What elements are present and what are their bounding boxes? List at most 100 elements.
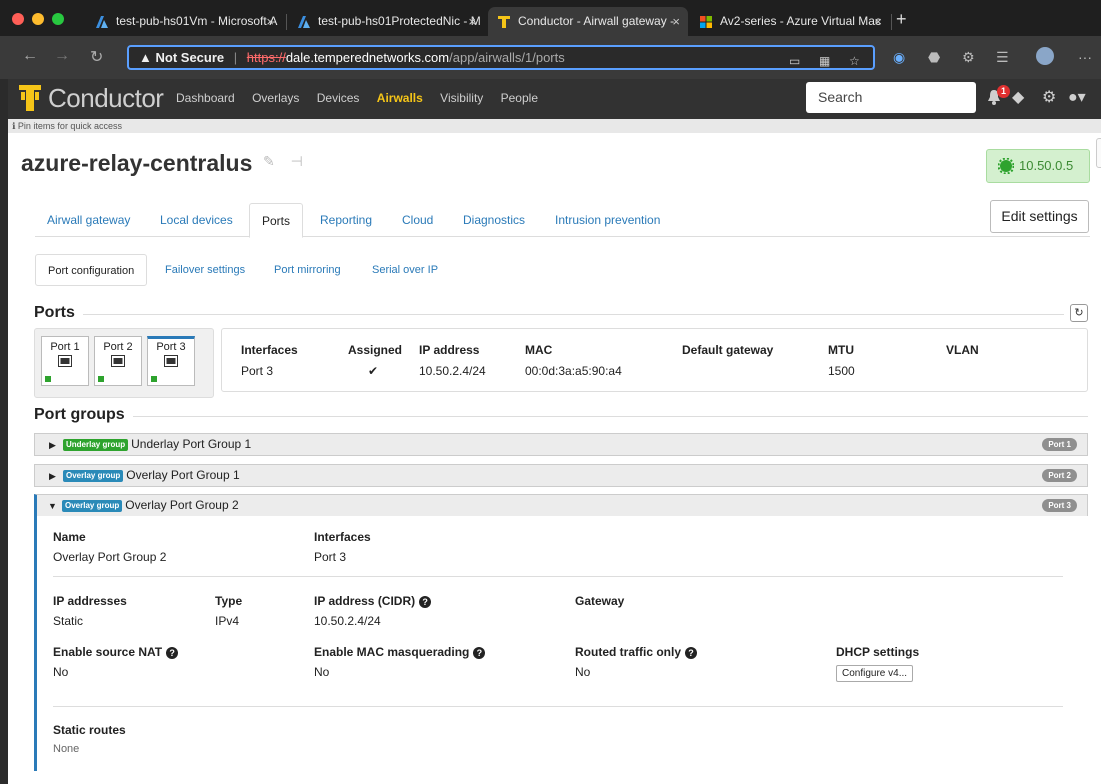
- link-status-led: [98, 376, 104, 382]
- close-icon[interactable]: ×: [874, 7, 882, 36]
- port-2-button[interactable]: Port 2: [94, 336, 142, 386]
- help-question-icon[interactable]: ?: [473, 647, 486, 659]
- field-value: IPv4: [215, 614, 240, 628]
- more-menu-icon[interactable]: ···: [1078, 49, 1092, 65]
- favorites-list-icon[interactable]: ☰: [996, 49, 1009, 66]
- divider: [53, 576, 1063, 577]
- browser-tab-2[interactable]: test-pub-hs01ProtectedNic - M ×: [288, 7, 484, 36]
- subtab-serial-over-ip[interactable]: Serial over IP: [360, 254, 450, 286]
- field-label-wrap: Routed traffic only?: [575, 645, 698, 659]
- tags-icon[interactable]: ◆: [1012, 87, 1024, 107]
- gear-badge-icon: [998, 158, 1014, 174]
- address-bar[interactable]: ▲ Not Secure | https://dale.temperednetw…: [127, 45, 875, 70]
- field-label-wrap: IP address (CIDR)?: [314, 594, 432, 608]
- col-vlan: VLAN: [946, 343, 979, 364]
- favorite-star-icon[interactable]: ☆: [849, 51, 860, 68]
- tab-airwall-gateway[interactable]: Airwall gateway: [35, 203, 142, 237]
- nav-visibility[interactable]: Visibility: [440, 91, 483, 105]
- nav-people[interactable]: People: [501, 91, 538, 105]
- reload-icon[interactable]: ↻: [90, 47, 103, 67]
- browser-tab-4[interactable]: Av2-series - Azure Virtual Mac ×: [690, 7, 890, 36]
- side-panel-handle[interactable]: [1096, 138, 1101, 168]
- field-label: IP addresses: [53, 594, 127, 608]
- tab-ports[interactable]: Ports: [249, 203, 304, 238]
- field-value: Port 3: [314, 550, 347, 564]
- pin-icon[interactable]: ⊣: [291, 153, 303, 169]
- conductor-logo-icon: [19, 85, 41, 111]
- forward-arrow-icon[interactable]: →: [54, 47, 70, 65]
- browser-tab-1[interactable]: test-pub-hs01Vm - Microsoft A ×: [86, 7, 282, 36]
- password-icon[interactable]: ◉: [893, 49, 905, 66]
- field-value: No: [53, 665, 69, 679]
- security-status: Not Secure: [155, 50, 225, 65]
- tab-divider: [891, 14, 892, 30]
- help-question-icon[interactable]: ?: [166, 647, 179, 659]
- cell-value: 10.50.2.4/24: [419, 364, 486, 378]
- field-type: Type IPv4: [215, 594, 242, 628]
- gear-icon[interactable]: ⚙: [1042, 87, 1056, 107]
- window-zoom-button[interactable]: [52, 13, 64, 25]
- caret-right-icon: ▶: [49, 440, 56, 450]
- port-1-button[interactable]: Port 1: [41, 336, 89, 386]
- browser-tab-3[interactable]: Conductor - Airwall gateway - ×: [488, 7, 688, 36]
- nav-overlays[interactable]: Overlays: [252, 91, 299, 105]
- address-divider: |: [233, 50, 238, 65]
- nav-devices[interactable]: Devices: [317, 91, 360, 105]
- user-icon[interactable]: ●▾: [1068, 87, 1086, 107]
- checkmark-icon: ✔: [368, 364, 379, 378]
- window-close-button[interactable]: [12, 13, 24, 25]
- field-source-nat: Enable source NAT? No: [53, 645, 179, 679]
- port-badge: Port 3: [1042, 499, 1077, 512]
- app-header: Conductor Dashboard Overlays Devices Air…: [8, 79, 1101, 119]
- tab-intrusion-prevention[interactable]: Intrusion prevention: [543, 203, 672, 237]
- close-icon[interactable]: ×: [468, 7, 476, 36]
- refresh-button[interactable]: ↻: [1070, 304, 1088, 322]
- back-arrow-icon[interactable]: ←: [22, 47, 38, 65]
- nav-dashboard[interactable]: Dashboard: [176, 91, 235, 105]
- port-group-row-expanded[interactable]: ▼ Overlay group Overlay Port Group 2 Port …: [34, 494, 1088, 517]
- field-value: Overlay Port Group 2: [53, 550, 167, 564]
- notification-count-badge: 1: [997, 85, 1010, 98]
- edit-settings-button[interactable]: Edit settings: [990, 200, 1089, 233]
- port-3-button[interactable]: Port 3: [147, 336, 195, 386]
- overlay-group-tag: Overlay group: [62, 500, 123, 512]
- edit-pencil-icon[interactable]: ✎: [263, 153, 275, 169]
- field-label: IP address (CIDR): [314, 594, 416, 608]
- configure-v4-button[interactable]: Configure v4...: [836, 665, 914, 682]
- col-default-gateway: Default gateway: [682, 343, 773, 364]
- window-minimize-button[interactable]: [32, 13, 44, 25]
- subtab-failover-settings[interactable]: Failover settings: [153, 254, 257, 286]
- extensions-puzzle-icon[interactable]: ⚙: [962, 49, 975, 66]
- ports-section-title: Ports: [34, 304, 83, 322]
- tab-title: test-pub-hs01Vm - Microsoft A: [116, 14, 278, 28]
- column-header: Default gateway: [682, 343, 774, 357]
- subtab-port-mirroring[interactable]: Port mirroring: [262, 254, 353, 286]
- nav-airwalls[interactable]: Airwalls: [377, 91, 423, 105]
- tab-local-devices[interactable]: Local devices: [148, 203, 245, 237]
- field-gateway: Gateway: [575, 594, 624, 614]
- tab-reporting[interactable]: Reporting: [308, 203, 384, 237]
- help-question-icon[interactable]: ?: [419, 596, 432, 608]
- port-group-row[interactable]: ▶ Underlay group Underlay Port Group 1 Por…: [34, 433, 1088, 456]
- close-icon[interactable]: ×: [266, 7, 274, 36]
- field-label-wrap: Enable source NAT?: [53, 645, 179, 659]
- field-value: No: [575, 665, 591, 679]
- subtab-port-configuration[interactable]: Port configuration: [35, 254, 148, 286]
- field-label: Interfaces: [314, 530, 371, 544]
- azure-icon: [96, 16, 108, 28]
- pin-hint-text: Pin items for quick access: [17, 121, 122, 131]
- profile-avatar[interactable]: [1036, 47, 1054, 65]
- brand-name[interactable]: Conductor: [48, 83, 164, 114]
- tab-diagnostics[interactable]: Diagnostics: [451, 203, 537, 237]
- app-grid-icon[interactable]: ▦: [819, 51, 830, 68]
- tab-cloud[interactable]: Cloud: [390, 203, 445, 237]
- help-question-icon[interactable]: ?: [685, 647, 698, 659]
- port-group-row[interactable]: ▶ Overlay group Overlay Port Group 1 Port …: [34, 464, 1088, 487]
- search-input[interactable]: Search: [806, 82, 976, 113]
- field-label: Enable MAC masquerading: [314, 645, 470, 659]
- new-tab-plus-icon[interactable]: +: [896, 9, 907, 30]
- extension-shield-icon[interactable]: ⬣: [928, 49, 940, 66]
- close-icon[interactable]: ×: [672, 7, 680, 36]
- divider: [53, 706, 1063, 707]
- cast-icon[interactable]: ▭: [789, 51, 800, 68]
